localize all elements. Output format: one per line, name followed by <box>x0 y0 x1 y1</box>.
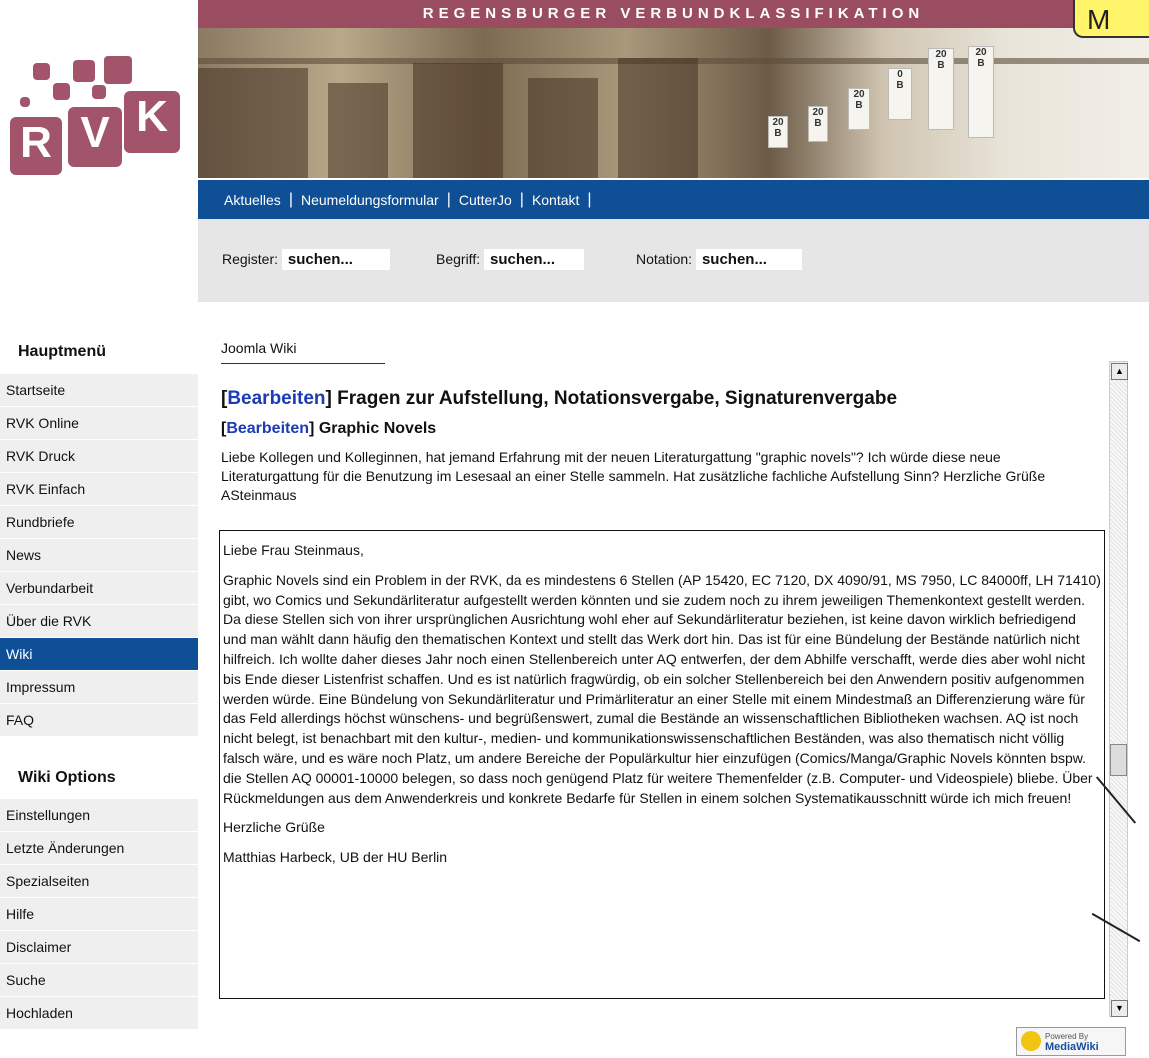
reply-signature: Matthias Harbeck, UB der HU Berlin <box>223 849 448 866</box>
logo-square <box>53 83 70 100</box>
corner-badge: M <box>1073 0 1149 38</box>
nav-item-kontakt[interactable]: Kontakt <box>524 192 587 208</box>
sidebar-item-ueber-die-rvk[interactable]: Über die RVK <box>0 605 198 638</box>
section-heading: [Bearbeiten] Graphic Novels <box>221 420 437 437</box>
sidebar-item-rundbriefe[interactable]: Rundbriefe <box>0 506 198 539</box>
sidebar-item-rvk-druck[interactable]: RVK Druck <box>0 440 198 473</box>
logo-square <box>73 60 95 82</box>
banner-label-text: B <box>855 100 863 111</box>
sidebar-item-faq[interactable]: FAQ <box>0 704 198 737</box>
wiki-options-heading: Wiki Options <box>18 769 116 786</box>
banner-label-text: B <box>977 58 985 69</box>
nav-item-cutterjo[interactable]: CutterJo <box>451 192 520 208</box>
banner-label-text: B <box>814 118 822 129</box>
edit-link[interactable]: Bearbeiten <box>227 388 325 409</box>
banner-label-text: 20 <box>772 117 784 128</box>
page-title-text: Fragen zur Aufstellung, Notationsvergabe… <box>337 388 898 409</box>
sidebar-item-news[interactable]: News <box>0 539 198 572</box>
nav-separator: | <box>587 190 592 208</box>
logo-square <box>104 56 132 84</box>
banner-label: 20 B <box>808 106 828 142</box>
logo-square <box>33 63 50 80</box>
banner-label: 20 B <box>848 88 870 130</box>
banner-label-text: 20 <box>853 89 865 100</box>
register-search: Register: suchen... <box>222 249 390 270</box>
banner-book <box>328 83 388 178</box>
begriff-search: Begriff: suchen... <box>436 249 584 270</box>
top-navigation: Aktuelles | Neumeldungsformular | Cutter… <box>198 180 1149 219</box>
section-heading-text: Graphic Novels <box>318 420 437 437</box>
mediawiki-logo-icon <box>1021 1031 1041 1051</box>
rvk-logo[interactable]: R V K <box>0 0 198 300</box>
content-scrollbar[interactable]: ▲ ▼ <box>1109 361 1128 1017</box>
banner-label-text: B <box>896 80 904 91</box>
banner-label-text: B <box>774 128 782 139</box>
banner-book <box>413 63 503 178</box>
edit-link[interactable]: Bearbeiten <box>226 420 309 437</box>
sidebar-item-hilfe[interactable]: Hilfe <box>0 898 198 931</box>
logo-letter-k: K <box>124 91 180 153</box>
sidebar-item-suche[interactable]: Suche <box>0 964 198 997</box>
notation-search: Notation: suchen... <box>636 249 802 270</box>
banner-label: 20 B <box>928 48 954 130</box>
banner-image: 20 B 20 B 20 B 0B 20 B 20 B <box>198 28 1149 178</box>
sidebar-item-letzte-aenderungen[interactable]: Letzte Änderungen <box>0 832 198 865</box>
begriff-search-input[interactable]: suchen... <box>484 249 584 270</box>
sidebar-item-impressum[interactable]: Impressum <box>0 671 198 704</box>
sidebar: Hauptmenü Startseite RVK Online RVK Druc… <box>0 300 198 1030</box>
site-title: REGENSBURGER VERBUNDKLASSIFIKATION <box>198 0 1149 28</box>
banner-label-text: B <box>937 60 945 71</box>
scroll-down-icon[interactable]: ▼ <box>1111 1000 1128 1017</box>
sidebar-item-verbundarbeit[interactable]: Verbundarbeit <box>0 572 198 605</box>
mediawiki-label: MediaWiki <box>1045 1041 1099 1053</box>
sidebar-item-rvk-einfach[interactable]: RVK Einfach <box>0 473 198 506</box>
nav-item-aktuelles[interactable]: Aktuelles <box>216 192 289 208</box>
sidebar-item-wiki[interactable]: Wiki <box>0 638 198 671</box>
sidebar-item-startseite[interactable]: Startseite <box>0 374 198 407</box>
reply-closing: Herzliche Grüße <box>223 819 325 836</box>
question-text: Liebe Kollegen und Kolleginnen, hat jema… <box>221 449 1046 503</box>
register-search-input[interactable]: suchen... <box>281 249 390 270</box>
breadcrumb[interactable]: Joomla Wiki <box>221 340 385 364</box>
banner-label-text: 20 <box>975 47 987 58</box>
sidebar-item-einstellungen[interactable]: Einstellungen <box>0 799 198 832</box>
search-bar: Register: suchen... Begriff: suchen... N… <box>198 219 1149 302</box>
powered-by-mediawiki-badge[interactable]: Powered By MediaWiki <box>1016 1027 1126 1056</box>
powered-by-label: Powered By <box>1045 1032 1089 1041</box>
banner-book <box>618 58 698 178</box>
notation-search-input[interactable]: suchen... <box>695 249 802 270</box>
sidebar-item-hochladen[interactable]: Hochladen <box>0 997 198 1030</box>
scrollbar-thumb[interactable] <box>1110 744 1127 776</box>
banner-label-text: 0 <box>897 69 903 80</box>
wiki-content: Joomla Wiki [Bearbeiten] Fragen zur Aufs… <box>221 340 1106 505</box>
banner-label: 0B <box>888 68 912 120</box>
scroll-up-icon[interactable]: ▲ <box>1111 363 1128 380</box>
reply-box: Liebe Frau Steinmaus, Graphic Novels sin… <box>219 530 1105 999</box>
banner-book <box>528 78 598 178</box>
sidebar-item-disclaimer[interactable]: Disclaimer <box>0 931 198 964</box>
notation-label: Notation: <box>636 251 693 267</box>
nav-item-neumeldungsformular[interactable]: Neumeldungsformular <box>293 192 447 208</box>
main-menu-heading: Hauptmenü <box>18 343 106 360</box>
logo-square <box>20 97 30 107</box>
page-title: [Bearbeiten] Fragen zur Aufstellung, Not… <box>221 388 898 409</box>
banner-label-text: 20 <box>812 107 824 118</box>
logo-square <box>92 85 106 99</box>
sidebar-item-spezialseiten[interactable]: Spezialseiten <box>0 865 198 898</box>
banner-label: 20 B <box>968 46 994 138</box>
register-label: Register: <box>222 251 279 267</box>
reply-body: Graphic Novels sind ein Problem in der R… <box>223 571 1101 806</box>
begriff-label: Begriff: <box>436 251 481 267</box>
banner-label: 20 B <box>768 116 788 148</box>
reply-greeting: Liebe Frau Steinmaus, <box>223 542 364 558</box>
sidebar-item-rvk-online[interactable]: RVK Online <box>0 407 198 440</box>
banner-book <box>198 68 308 178</box>
logo-letter-v: V <box>68 107 122 167</box>
logo-letter-r: R <box>10 117 62 175</box>
banner-label-text: 20 <box>935 49 947 60</box>
